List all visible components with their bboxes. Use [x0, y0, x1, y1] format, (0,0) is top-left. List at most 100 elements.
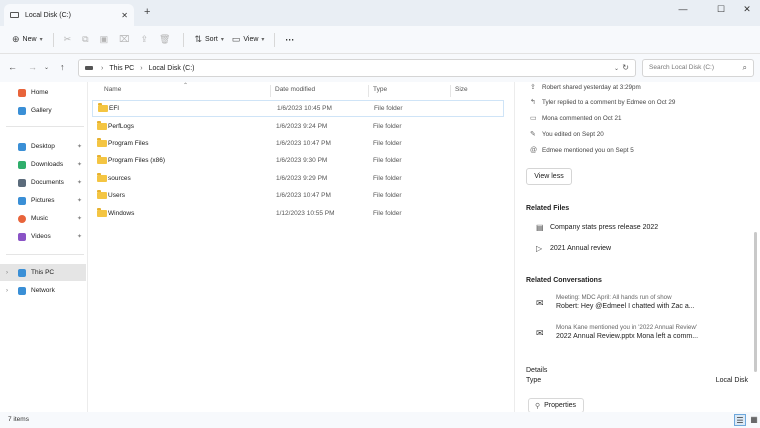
- file-date: 1/12/2023 10:55 PM: [276, 210, 335, 217]
- chevron-right-icon[interactable]: ›: [6, 270, 8, 276]
- sidebar-item-gallery[interactable]: Gallery: [0, 102, 86, 119]
- table-row[interactable]: Program Files 1/6/2023 10:47 PM File fol…: [92, 135, 504, 152]
- sidebar-item-this-pc[interactable]: › This PC: [0, 264, 86, 281]
- pin-icon: ✦: [76, 234, 82, 240]
- file-list: Name ⌃ Date modified Type Size EFI 1/6/2…: [88, 82, 512, 412]
- scissors-icon: ✂: [63, 34, 72, 44]
- rename-icon: ⌧: [119, 34, 130, 44]
- search-placeholder: Search Local Disk (C:): [649, 64, 715, 71]
- tiles-view-button[interactable]: ▦: [748, 414, 760, 426]
- back-button[interactable]: ←: [8, 62, 17, 72]
- file-type: File folder: [373, 192, 402, 199]
- mention-icon: @: [530, 146, 538, 154]
- divider: [6, 254, 84, 255]
- chevron-right-icon[interactable]: ›: [6, 288, 8, 294]
- scrollbar[interactable]: [754, 232, 757, 372]
- rename-button[interactable]: ⌧: [115, 30, 136, 50]
- new-tab-button[interactable]: +: [144, 6, 150, 18]
- paste-button[interactable]: ▣: [96, 30, 116, 50]
- column-divider[interactable]: [270, 85, 271, 97]
- breadcrumb-this-pc[interactable]: This PC: [109, 65, 134, 72]
- file-name: sources: [108, 175, 131, 182]
- conversation-subject: Mona Kane mentioned you in '2022 Annual …: [556, 324, 697, 331]
- command-bar: ⊕ New ▾ ✂ ⧉ ▣ ⌧ ⇪ 🗑 ⇅ Sort ▾ ▭ View ▾ ··…: [0, 26, 760, 54]
- table-row[interactable]: EFI 1/6/2023 10:45 PM File folder: [92, 100, 504, 117]
- share-icon: ⇪: [140, 34, 148, 44]
- detail-label: Type: [526, 377, 542, 384]
- related-file-item[interactable]: ▤ Company stats press release 2022: [536, 220, 658, 234]
- sidebar-item-downloads[interactable]: Downloads ✦: [0, 156, 86, 173]
- related-file-item[interactable]: ▷ 2021 Annual review: [536, 241, 611, 255]
- close-window-button[interactable]: ✕: [734, 4, 760, 15]
- sidebar-item-label: Network: [31, 287, 55, 294]
- activity-item: ▭ Mona commented on Oct 21: [530, 111, 621, 125]
- minimize-button[interactable]: —: [670, 4, 696, 14]
- sidebar-item-label: Desktop: [31, 143, 55, 150]
- new-button[interactable]: ⊕ New ▾: [8, 30, 47, 50]
- details-view-button[interactable]: ☰: [734, 414, 746, 426]
- tab-title: Local Disk (C:): [25, 11, 71, 19]
- conversation-subject: Meeting: MDC April: All hands run of sho…: [556, 294, 672, 301]
- view-less-button[interactable]: View less: [526, 168, 572, 185]
- status-bar: 7 items ☰ ▦: [0, 412, 760, 428]
- trash-icon: 🗑: [159, 34, 171, 44]
- maximize-button[interactable]: ☐: [708, 4, 734, 15]
- reply-icon: ↰: [530, 99, 536, 106]
- mail-icon: ✉: [536, 298, 544, 308]
- view-button[interactable]: ▭ View ▾: [228, 30, 269, 50]
- table-row[interactable]: Windows 1/12/2023 10:55 PM File folder: [92, 205, 504, 222]
- table-row[interactable]: Program Files (x86) 1/6/2023 9:30 PM Fil…: [92, 152, 504, 169]
- tab-close-icon[interactable]: ✕: [121, 11, 128, 20]
- divider: [52, 32, 54, 47]
- pin-icon: ✦: [76, 180, 82, 186]
- column-divider[interactable]: [368, 85, 369, 97]
- sidebar-item-documents[interactable]: Documents ✦: [0, 174, 86, 191]
- refresh-icon[interactable]: ↻: [622, 63, 629, 72]
- column-header-size[interactable]: Size: [455, 86, 468, 93]
- folder-icon: [97, 121, 107, 130]
- column-header-type[interactable]: Type: [373, 86, 387, 93]
- tab-local-disk[interactable]: Local Disk (C:) ✕: [4, 4, 134, 26]
- column-header-date-modified[interactable]: Date modified: [275, 86, 315, 93]
- column-header-name[interactable]: Name: [104, 86, 121, 93]
- file-name: Windows: [108, 210, 135, 217]
- share-button[interactable]: ⇪: [136, 30, 155, 50]
- address-dropdown-icon[interactable]: ⌄: [614, 65, 619, 72]
- sidebar-item-pictures[interactable]: Pictures ✦: [0, 192, 86, 209]
- music-icon: [18, 214, 26, 223]
- up-button[interactable]: ↑: [60, 62, 65, 72]
- pane-divider[interactable]: [514, 82, 515, 412]
- address-bar[interactable]: › This PC › Local Disk (C:) ⌄ ↻: [78, 59, 636, 77]
- sort-button[interactable]: ⇅ Sort ▾: [190, 30, 227, 50]
- delete-button[interactable]: 🗑: [155, 30, 177, 50]
- sidebar-item-home[interactable]: Home: [0, 84, 86, 101]
- file-date: 1/6/2023 10:47 PM: [276, 192, 331, 199]
- recent-locations-button[interactable]: ⌄: [44, 64, 49, 71]
- forward-button[interactable]: →: [28, 62, 37, 72]
- table-row[interactable]: Users 1/6/2023 10:47 PM File folder: [92, 187, 504, 204]
- properties-button[interactable]: ⚲ Properties: [528, 398, 584, 413]
- item-count: 7 items: [8, 416, 29, 423]
- column-divider[interactable]: [450, 85, 451, 97]
- file-date: 1/6/2023 10:47 PM: [276, 140, 331, 147]
- copy-button[interactable]: ⧉: [78, 30, 95, 50]
- main-area: Home Gallery Desktop ✦ Downloads ✦ Docum…: [0, 82, 760, 413]
- chevron-down-icon: ▾: [261, 37, 265, 43]
- divider: [183, 32, 185, 47]
- sidebar-item-desktop[interactable]: Desktop ✦: [0, 138, 86, 155]
- activity-text: You edited on Sept 20: [542, 130, 604, 138]
- pin-icon: ✦: [76, 144, 82, 150]
- file-type: File folder: [373, 157, 402, 164]
- cut-button[interactable]: ✂: [60, 30, 79, 50]
- sidebar-item-network[interactable]: › Network: [0, 282, 86, 299]
- table-row[interactable]: sources 1/6/2023 9:29 PM File folder: [92, 170, 504, 187]
- chevron-right-icon: ›: [140, 64, 143, 72]
- more-options-button[interactable]: ···: [281, 30, 298, 50]
- video-file-icon: ▷: [536, 243, 543, 253]
- table-row[interactable]: PerfLogs 1/6/2023 9:24 PM File folder: [92, 118, 504, 135]
- sidebar-item-videos[interactable]: Videos ✦: [0, 228, 86, 245]
- sidebar-item-music[interactable]: Music ✦: [0, 210, 86, 227]
- file-type: File folder: [373, 140, 402, 147]
- breadcrumb-local-disk[interactable]: Local Disk (C:): [149, 65, 195, 72]
- search-input[interactable]: Search Local Disk (C:) ⌕: [642, 59, 754, 77]
